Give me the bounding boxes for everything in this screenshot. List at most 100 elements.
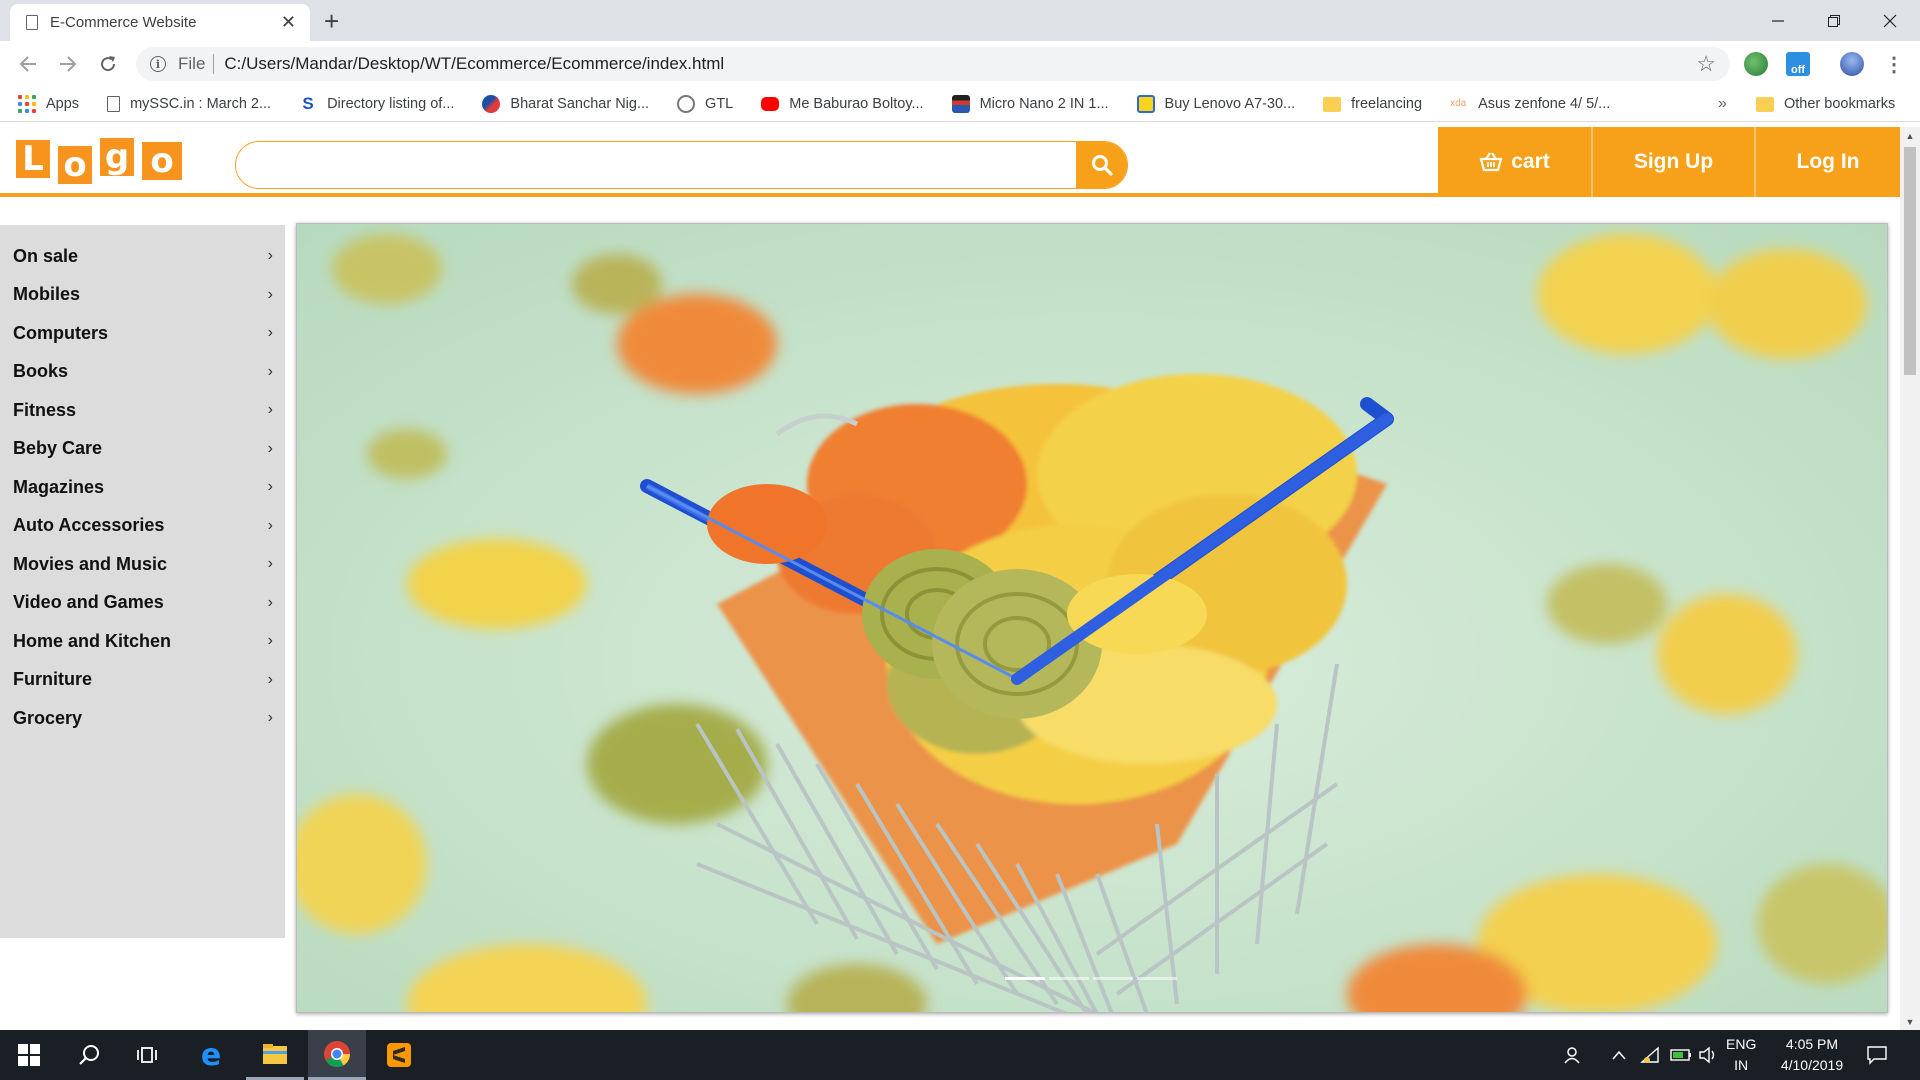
profile-avatar[interactable]	[1840, 52, 1864, 76]
chevron-right-icon: ›	[267, 285, 273, 303]
hero-carousel[interactable]	[296, 223, 1888, 1013]
url-text[interactable]: C:/Users/Mandar/Desktop/WT/Ecommerce/Eco…	[224, 54, 724, 74]
region-label: IN	[1734, 1057, 1749, 1073]
category-label: Computers	[13, 322, 109, 343]
reload-button[interactable]	[92, 49, 124, 79]
extension-off-icon[interactable]: off	[1786, 52, 1810, 76]
search-taskbar-button[interactable]	[60, 1030, 118, 1080]
category-fitness[interactable]: Fitness ›	[0, 391, 285, 430]
category-label: Movies and Music	[13, 553, 168, 574]
wifi-icon[interactable]	[1640, 1030, 1660, 1080]
category-label: Mobiles	[13, 284, 81, 305]
category-video-and-games[interactable]: Video and Games ›	[0, 584, 285, 623]
bookmark-micronano[interactable]: Micro Nano 2 IN 1...	[951, 95, 1109, 113]
category-on-sale[interactable]: On sale ›	[0, 237, 285, 276]
carousel-dot[interactable]	[1093, 977, 1133, 980]
volume-icon[interactable]	[1698, 1030, 1718, 1080]
task-view-button[interactable]	[120, 1030, 178, 1080]
bookmark-myssc[interactable]: mySSC.in : March 2...	[107, 96, 271, 112]
file-explorer-button[interactable]	[246, 1030, 304, 1080]
scroll-up-arrow-icon[interactable]: ▲	[1900, 127, 1920, 144]
search-button[interactable]	[1076, 142, 1127, 188]
chrome-button[interactable]	[308, 1030, 366, 1080]
forward-button[interactable]	[52, 49, 84, 79]
other-bookmarks[interactable]: Other bookmarks	[1756, 96, 1895, 112]
cart-button[interactable]: cart	[1438, 127, 1591, 197]
bookmark-label: Bharat Sanchar Nig...	[510, 96, 650, 112]
log-in-button[interactable]: Log In	[1754, 127, 1900, 197]
category-movies-and-music[interactable]: Movies and Music ›	[0, 545, 285, 584]
page-icon	[107, 96, 121, 112]
bookmark-freelancing[interactable]: freelancing	[1323, 96, 1422, 112]
extension-globe-icon[interactable]	[1744, 52, 1768, 76]
back-button[interactable]	[12, 49, 44, 79]
carousel-dot[interactable]	[1005, 977, 1045, 980]
carousel-dot[interactable]	[1137, 977, 1177, 980]
bookmark-label: Apps	[46, 96, 80, 112]
bookmark-lenovo[interactable]: Buy Lenovo A7-30...	[1136, 95, 1296, 113]
system-clock[interactable]: 4:05 PM 4/10/2019	[1766, 1034, 1858, 1076]
bookmark-star-icon[interactable]: ☆	[1696, 51, 1716, 77]
sublime-text-button[interactable]	[370, 1030, 428, 1080]
info-icon[interactable]: i	[150, 56, 166, 72]
search-input[interactable]	[236, 142, 1076, 188]
bookmark-apps[interactable]: Apps	[18, 95, 79, 113]
language-indicator[interactable]: ENG IN	[1726, 1034, 1756, 1076]
bookmark-asus[interactable]: xda Asus zenfone 4/ 5/...	[1450, 95, 1610, 113]
category-books[interactable]: Books ›	[0, 353, 285, 392]
category-magazines[interactable]: Magazines ›	[0, 468, 285, 507]
address-bar[interactable]: i File C:/Users/Mandar/Desktop/WT/Ecomme…	[136, 47, 1730, 81]
tab-title: E-Commerce Website	[50, 14, 197, 31]
category-beby-care[interactable]: Beby Care ›	[0, 430, 285, 469]
close-tab-icon[interactable]: ✕	[281, 12, 296, 33]
close-window-button[interactable]	[1862, 0, 1918, 41]
minimize-button[interactable]	[1750, 0, 1806, 41]
scroll-down-arrow-icon[interactable]: ▼	[1900, 1013, 1920, 1030]
chevron-right-icon: ›	[267, 670, 273, 688]
category-label: Magazines	[13, 476, 105, 497]
chevron-right-icon: ›	[267, 632, 273, 650]
bookmark-directory[interactable]: S Directory listing of...	[299, 95, 454, 113]
category-home-and-kitchen[interactable]: Home and Kitchen ›	[0, 622, 285, 661]
minimize-icon	[1772, 19, 1784, 22]
search-bar	[235, 141, 1128, 189]
hero-image-pasta-basket	[297, 224, 1887, 1012]
chevron-right-icon: ›	[267, 478, 273, 496]
category-auto-accessories[interactable]: Auto Accessories ›	[0, 507, 285, 546]
start-button[interactable]	[0, 1030, 58, 1080]
bookmark-label: Buy Lenovo A7-30...	[1164, 96, 1296, 112]
chrome-icon	[324, 1040, 351, 1067]
edge-browser-button[interactable]: e	[182, 1030, 240, 1080]
notification-center-icon[interactable]	[1866, 1030, 1888, 1080]
basket-icon	[1479, 152, 1503, 172]
sign-up-button[interactable]: Sign Up	[1591, 127, 1754, 197]
url-separator	[213, 54, 215, 74]
category-computers[interactable]: Computers ›	[0, 314, 285, 353]
chevron-up-icon[interactable]	[1612, 1030, 1626, 1080]
scrollbar-thumb[interactable]	[1904, 147, 1916, 375]
carousel-dot[interactable]	[1049, 977, 1089, 980]
bookmark-bsnl[interactable]: Bharat Sanchar Nig...	[482, 95, 649, 113]
chevron-right-icon: ›	[267, 362, 273, 380]
category-furniture[interactable]: Furniture ›	[0, 661, 285, 700]
bookmark-gtl[interactable]: GTL	[677, 95, 733, 113]
new-tab-button[interactable]: +	[324, 6, 339, 37]
people-icon[interactable]	[1562, 1030, 1582, 1080]
logo-letter: o	[142, 142, 182, 180]
page-scrollbar[interactable]: ▲ ▼	[1900, 127, 1920, 1030]
site-logo[interactable]: L o g o	[16, 138, 190, 184]
battery-icon[interactable]	[1670, 1030, 1692, 1080]
s-favicon-icon: S	[302, 94, 314, 113]
category-label: Grocery	[13, 707, 83, 728]
category-label: Books	[13, 361, 69, 382]
browser-tab[interactable]: E-Commerce Website ✕	[10, 4, 310, 41]
bookmark-youtube[interactable]: Me Baburao Boltoy...	[761, 96, 924, 112]
bookmarks-overflow-button[interactable]: »	[1718, 95, 1727, 113]
restore-button[interactable]	[1806, 0, 1862, 41]
category-label: Furniture	[13, 669, 92, 690]
category-mobiles[interactable]: Mobiles ›	[0, 276, 285, 315]
category-label: Beby Care	[13, 438, 103, 459]
site-header: L o g o cart Sign Up Log In	[0, 127, 1900, 197]
menu-kebab-icon[interactable]: ⋮	[1878, 49, 1910, 79]
category-grocery[interactable]: Grocery ›	[0, 699, 285, 738]
